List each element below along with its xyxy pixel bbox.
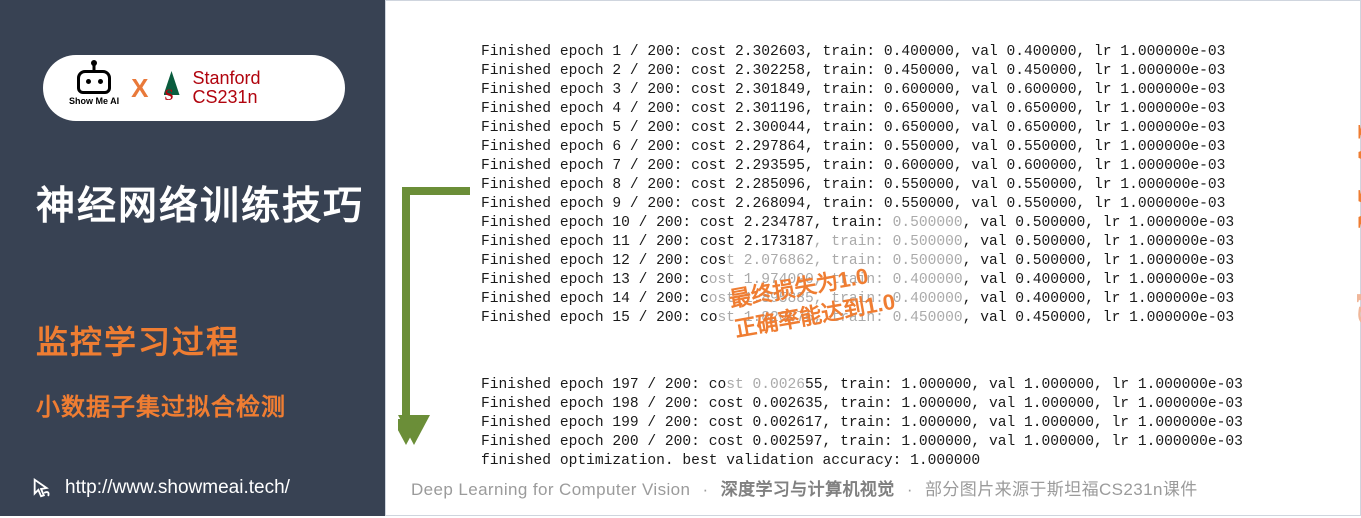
subtitle-1: 监控学习过程 (36, 317, 240, 363)
training-log: Finished epoch 1 / 200: cost 2.302603, t… (481, 43, 1243, 471)
page-title: 神经网络训练技巧 (36, 175, 364, 231)
log-line: Finished epoch 7 / 200: cost 2.293595, t… (481, 157, 1243, 176)
footer-url[interactable]: http://www.showmeai.tech/ (65, 477, 290, 499)
log-line: Finished epoch 2 / 200: cost 2.302258, t… (481, 62, 1243, 81)
log-line: Finished epoch 1 / 200: cost 2.302603, t… (481, 43, 1243, 62)
sidebar: Show Me AI X S Stanford CS231n 神经网络训练技巧 … (0, 0, 385, 516)
log-line: Finished epoch 4 / 200: cost 2.301196, t… (481, 100, 1243, 119)
log-line: finished optimization. best validation a… (481, 452, 1243, 471)
watermark: ShowMeAI (1349, 123, 1361, 326)
stanford-line2: CS231n (193, 88, 261, 107)
log-line: Finished epoch 3 / 200: cost 2.301849, t… (481, 81, 1243, 100)
footer-cn: 深度学习与计算机视觉 (721, 480, 895, 499)
dot2: · (907, 480, 913, 499)
log-line: Finished epoch 200 / 200: cost 0.002597,… (481, 433, 1243, 452)
watermark-a: Show (1350, 228, 1361, 326)
footer-caption: Deep Learning for Computer Vision · 深度学习… (411, 475, 1198, 500)
brand-badge: Show Me AI X S Stanford CS231n (43, 55, 345, 121)
cursor-icon (31, 477, 53, 499)
log-line: Finished epoch 11 / 200: cost 2.173187, … (481, 233, 1243, 252)
log-line: Finished epoch 8 / 200: cost 2.285096, t… (481, 176, 1243, 195)
showmeai-text: Show Me AI (69, 96, 119, 106)
log-line: Finished epoch 10 / 200: cost 2.234787, … (481, 214, 1243, 233)
subtitle-2: 小数据子集过拟合检测 (36, 387, 286, 422)
watermark-b: MeAI (1350, 123, 1361, 228)
main-panel: Finished epoch 1 / 200: cost 2.302603, t… (385, 0, 1361, 516)
log-line: Finished epoch 198 / 200: cost 0.002635,… (481, 395, 1243, 414)
log-line: Finished epoch 197 / 200: cost 0.002655,… (481, 376, 1243, 395)
stanford-logo-icon: S (161, 71, 183, 105)
log-line: Finished epoch 199 / 200: cost 0.002617,… (481, 414, 1243, 433)
footer-url-block: http://www.showmeai.tech/ (31, 477, 290, 499)
stanford-text: Stanford CS231n (193, 69, 261, 107)
stanford-line1: Stanford (193, 69, 261, 88)
robot-icon (77, 70, 111, 94)
footer-en: Deep Learning for Computer Vision (411, 480, 690, 499)
log-line: Finished epoch 6 / 200: cost 2.297864, t… (481, 138, 1243, 157)
log-line: Finished epoch 5 / 200: cost 2.300044, t… (481, 119, 1243, 138)
dot1: · (703, 480, 709, 499)
footer-src: 部分图片来源于斯坦福CS231n课件 (925, 480, 1198, 499)
showmeai-logo: Show Me AI (69, 70, 119, 106)
progress-arrow-icon (398, 187, 476, 447)
log-line: Finished epoch 9 / 200: cost 2.268094, t… (481, 195, 1243, 214)
x-separator: X (131, 73, 148, 104)
